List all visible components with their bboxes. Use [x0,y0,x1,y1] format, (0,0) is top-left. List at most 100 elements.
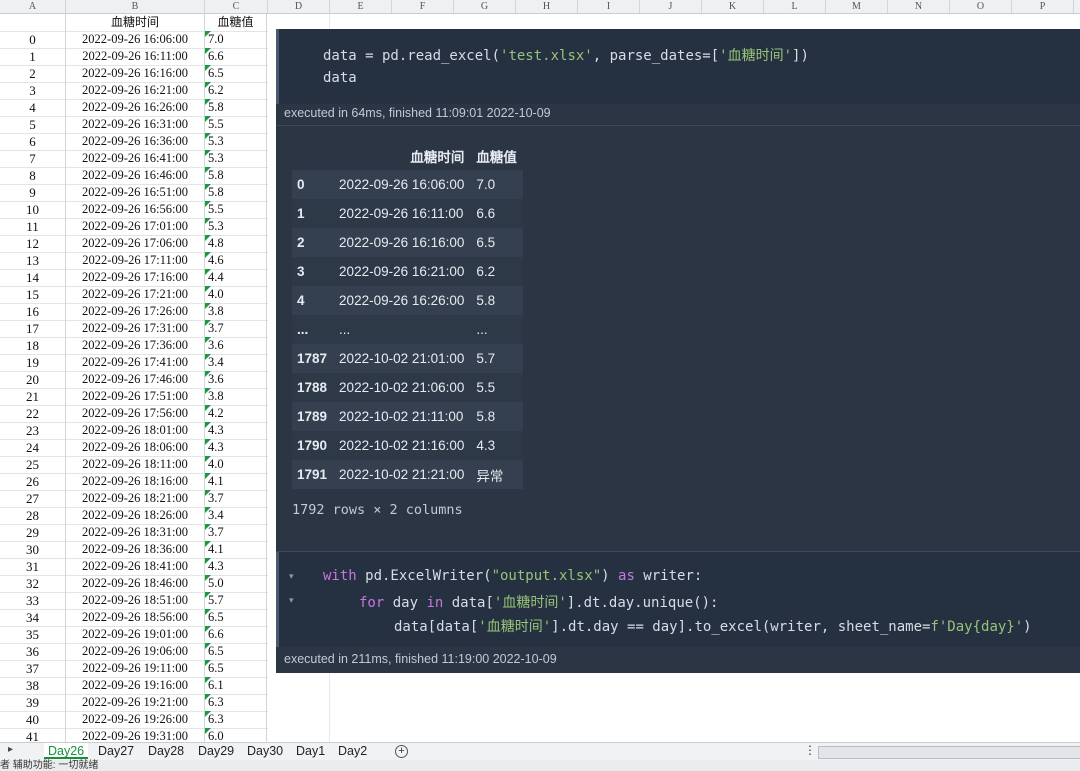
cell-index[interactable]: 11 [0,218,66,235]
cell-index[interactable]: 20 [0,371,66,388]
cell-index[interactable]: 26 [0,473,66,490]
column-header-p[interactable]: P [1012,0,1074,13]
cell-index[interactable]: 34 [0,609,66,626]
column-header-o[interactable]: O [950,0,1012,13]
cell-time[interactable]: 2022-09-26 18:46:00 [66,575,205,592]
cell-index[interactable]: 0 [0,31,66,48]
cell-time[interactable]: 2022-09-26 16:16:00 [66,65,205,82]
cell-index[interactable]: 25 [0,456,66,473]
tab-day30[interactable]: Day30 [243,743,287,759]
cell-index[interactable]: 1 [0,48,66,65]
column-header-n[interactable]: N [888,0,950,13]
cell-value[interactable]: 6.3 [205,711,267,728]
cell-index[interactable]: 6 [0,133,66,150]
cell-time[interactable]: 2022-09-26 19:26:00 [66,711,205,728]
cell-value[interactable]: 6.6 [205,48,267,65]
code-line[interactable]: for day in data['血糖时间'].dt.day.unique(): [359,592,718,612]
cell-time[interactable]: 2022-09-26 18:11:00 [66,456,205,473]
cell-time[interactable]: 2022-09-26 18:26:00 [66,507,205,524]
cell-value[interactable]: 5.3 [205,150,267,167]
cell-time[interactable]: 2022-09-26 17:46:00 [66,371,205,388]
cell-index[interactable]: 7 [0,150,66,167]
cell-value[interactable]: 5.7 [205,592,267,609]
column-header-g[interactable]: G [454,0,516,13]
cell-header-value[interactable]: 血糖值 [205,14,267,31]
cell-value[interactable]: 4.6 [205,252,267,269]
column-header-c[interactable]: C [205,0,268,13]
cell-value[interactable]: 4.1 [205,473,267,490]
column-header-d[interactable]: D [268,0,330,13]
tab-day2[interactable]: Day2 [334,743,371,759]
cell-value[interactable]: 6.5 [205,65,267,82]
column-header-h[interactable]: H [516,0,578,13]
cell-time[interactable]: 2022-09-26 17:16:00 [66,269,205,286]
cell-index[interactable]: 23 [0,422,66,439]
cell-value[interactable]: 4.3 [205,439,267,456]
cell-time[interactable]: 2022-09-26 17:56:00 [66,405,205,422]
code-cell-2[interactable]: ▾ ▾ with pd.ExcelWriter("output.xlsx") a… [276,552,1080,647]
cell-time[interactable]: 2022-09-26 17:26:00 [66,303,205,320]
cell-index[interactable]: 21 [0,388,66,405]
cell-index[interactable]: 39 [0,694,66,711]
row-header[interactable] [0,14,66,31]
cell-index[interactable]: 37 [0,660,66,677]
column-header-m[interactable]: M [826,0,888,13]
cell-index[interactable]: 5 [0,116,66,133]
cell-time[interactable]: 2022-09-26 18:31:00 [66,524,205,541]
cell-value[interactable]: 3.4 [205,507,267,524]
cell-index[interactable]: 10 [0,201,66,218]
cell-index[interactable]: 9 [0,184,66,201]
tab-day28[interactable]: Day28 [144,743,188,759]
cell-value[interactable]: 6.5 [205,609,267,626]
add-sheet-icon[interactable]: + [395,745,408,758]
cell-index[interactable]: 35 [0,626,66,643]
tab-scroll-icon[interactable]: ▸ [8,744,13,755]
cell-index[interactable]: 19 [0,354,66,371]
code-line[interactable]: data [323,70,357,86]
cell-time[interactable]: 2022-09-26 16:56:00 [66,201,205,218]
horizontal-scrollbar[interactable] [818,746,1080,759]
cell-value[interactable]: 4.8 [205,235,267,252]
cell-value[interactable]: 6.3 [205,694,267,711]
cell-value[interactable]: 3.6 [205,371,267,388]
cell-time[interactable]: 2022-09-26 16:06:00 [66,31,205,48]
tab-day1[interactable]: Day1 [292,743,329,759]
cell-value[interactable]: 4.1 [205,541,267,558]
cell-value[interactable]: 5.0 [205,575,267,592]
more-icon[interactable]: ⋮ [804,743,816,757]
cell-time[interactable]: 2022-09-26 18:16:00 [66,473,205,490]
code-line[interactable]: with pd.ExcelWriter("output.xlsx") as wr… [323,568,702,584]
cell-time[interactable]: 2022-09-26 19:01:00 [66,626,205,643]
cell-index[interactable]: 31 [0,558,66,575]
tab-day27[interactable]: Day27 [94,743,138,759]
cell-index[interactable]: 27 [0,490,66,507]
cell-value[interactable]: 5.3 [205,133,267,150]
cell-value[interactable]: 3.7 [205,524,267,541]
cell-time[interactable]: 2022-09-26 17:51:00 [66,388,205,405]
cell-time[interactable]: 2022-09-26 16:11:00 [66,48,205,65]
cell-time[interactable]: 2022-09-26 18:06:00 [66,439,205,456]
cell-time[interactable]: 2022-09-26 16:41:00 [66,150,205,167]
column-header-i[interactable]: I [578,0,640,13]
cell-value[interactable]: 4.3 [205,422,267,439]
cell-time[interactable]: 2022-09-26 16:46:00 [66,167,205,184]
cell-value[interactable]: 5.8 [205,167,267,184]
cell-value[interactable]: 4.2 [205,405,267,422]
column-header-b[interactable]: B [66,0,205,13]
cell-index[interactable]: 4 [0,99,66,116]
cell-value[interactable]: 5.8 [205,184,267,201]
cell-index[interactable]: 40 [0,711,66,728]
tab-day26[interactable]: Day26 [44,743,89,759]
cell-value[interactable]: 4.0 [205,286,267,303]
fold-arrow-icon[interactable]: ▾ [289,595,294,606]
cell-value[interactable]: 6.5 [205,660,267,677]
fold-arrow-icon[interactable]: ▾ [289,571,294,582]
cell-time[interactable]: 2022-09-26 16:26:00 [66,99,205,116]
cell-time[interactable]: 2022-09-26 17:11:00 [66,252,205,269]
code-cell-1[interactable]: data = pd.read_excel('test.xlsx', parse_… [276,29,1080,104]
cell-time[interactable]: 2022-09-26 17:31:00 [66,320,205,337]
cell-value[interactable]: 3.8 [205,388,267,405]
cell-time[interactable]: 2022-09-26 18:01:00 [66,422,205,439]
column-header-k[interactable]: K [702,0,764,13]
cell-time[interactable]: 2022-09-26 18:41:00 [66,558,205,575]
